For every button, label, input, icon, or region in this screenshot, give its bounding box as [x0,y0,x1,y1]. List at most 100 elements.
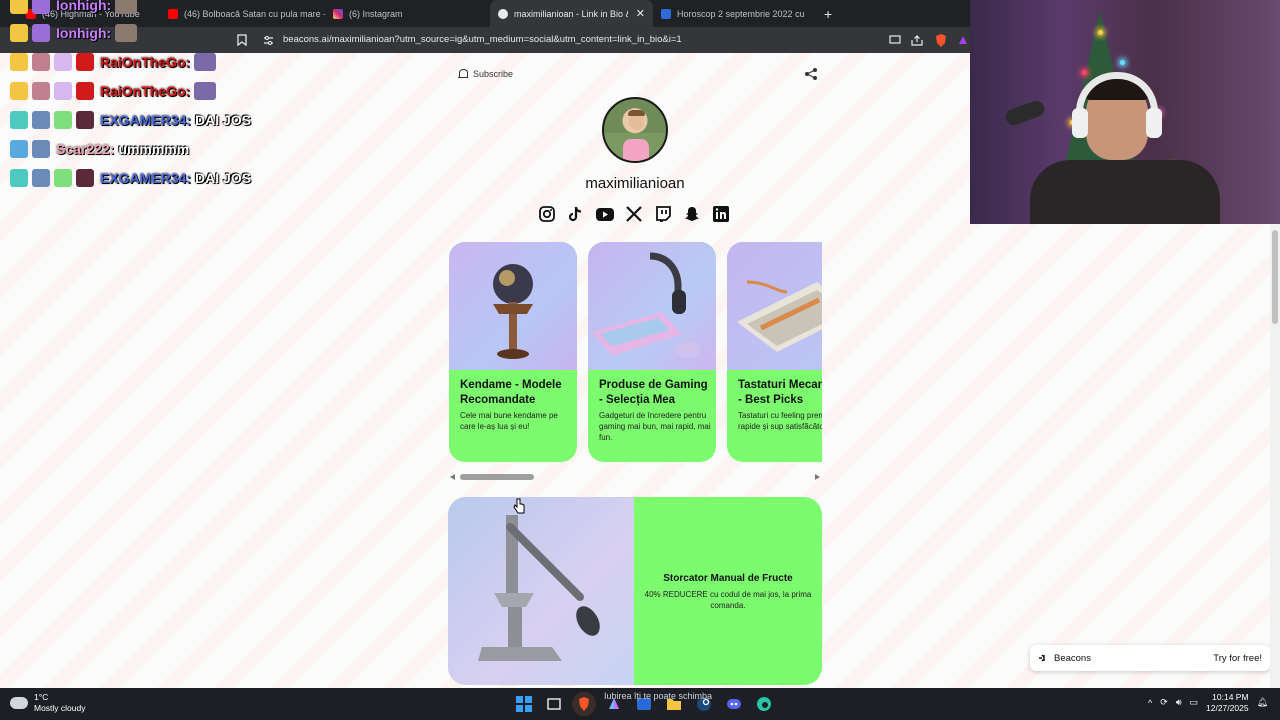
x-icon[interactable] [625,205,643,223]
card-description: Cele mai bune kendame pe care le-aș lua … [460,411,558,432]
verified-badge-icon [10,169,28,187]
cloud-icon [10,696,28,709]
task-view-icon[interactable] [542,692,566,716]
edge-icon[interactable] [752,692,776,716]
tab-horoscop[interactable]: Horoscop 2 septembrie 2022 cu Neti [653,0,816,27]
verified-badge-icon [10,140,28,158]
crown-badge-icon [10,24,28,42]
webcam-overlay [970,0,1280,224]
beacons-brand: Beacons [1054,652,1091,664]
sub-badge-icon [32,53,50,71]
instagram-icon[interactable] [538,205,556,223]
twitch-icon[interactable] [654,205,672,223]
card-kendama[interactable]: Kendame - Modele Recomandate Cele mai bun… [449,242,577,462]
show-hidden-icons[interactable]: ^ [1148,698,1152,708]
profile-avatar [602,97,668,163]
windows-start-icon[interactable] [512,692,536,716]
product-title: Storcator Manual de Fructe [663,573,793,584]
url-text[interactable]: beacons.ai/maximilianioan?utm_source=ig&… [283,34,682,45]
game-badge-icon [76,169,94,187]
card-keyboards[interactable]: Tastaturi Mecan - Best Picks Tastaturi cu… [727,242,822,462]
try-for-free-button[interactable]: Try for free! [1213,653,1262,664]
chat-message: Ionhigh: [10,22,138,44]
product-carousel: Kendame - Modele Recomandate Cele mai bun… [448,242,822,464]
carousel-scrollbar[interactable] [448,472,822,482]
gaming-image [588,242,716,370]
emote-icon [115,0,138,14]
sub-badge-icon [32,0,50,14]
card-description: Tastaturi cu feeling premium, rapide și … [738,411,822,432]
brave-browser-icon[interactable] [572,692,596,716]
beacons-logo-icon [1039,654,1045,662]
cast-icon[interactable] [887,32,903,48]
card-title: Produse de Gaming [599,379,708,391]
tab-beacons-active[interactable]: maximilianioan - Link in Bio & C ✕ [490,0,653,27]
chat-message: Ionhigh: [10,0,138,16]
card-title-line2: - Selecția Mea [599,393,676,406]
linkedin-icon[interactable] [712,205,730,223]
subscribe-button[interactable]: Subscribe [458,69,513,79]
card-title: Kendame - Modele [460,379,562,391]
sub-badge-icon [32,24,50,42]
weather-desc: Mostly cloudy [34,702,86,713]
brave-shield-icon[interactable] [933,32,949,48]
tab-instagram[interactable]: (6) Instagram [325,0,490,27]
taskbar-search-text[interactable]: Iubirea îți te poate schimba [604,691,712,701]
sync-icon[interactable]: ⟳ [1160,697,1168,708]
notifications-icon[interactable]: 🔔︎ [1257,697,1268,708]
sub-badge-icon [32,140,50,158]
keyboard-image [727,242,822,370]
card-gaming[interactable]: Produse de Gaming - Selecția Mea Gadgetur… [588,242,716,462]
sub-badge-icon [32,169,50,187]
kendama-image [449,242,577,370]
chat-message: RaiOnTheGo: [10,80,217,102]
share-icon[interactable] [804,67,818,81]
chat-message: Scar222: ummmmm [10,138,189,160]
beacons-footer-bar[interactable]: Beacons Try for free! [1030,645,1270,671]
system-tray: ^ ⟳ 🔊︎ ▭ 10:14 PM 12/27/2025 🔔︎ [1148,692,1268,713]
chat-message: RaiOnTheGo: [10,51,217,73]
chat-message: EXGAMER34: DAI JOS [10,167,251,189]
gift-badge-icon [54,169,72,187]
discord-icon[interactable] [722,692,746,716]
share-page-icon[interactable] [909,32,925,48]
hand-cursor-icon [513,498,525,514]
juicer-image [448,497,634,685]
close-tab-icon[interactable]: ✕ [636,7,645,20]
scroll-right-arrow-icon[interactable] [815,474,820,480]
instagram-favicon-icon [333,8,343,19]
new-tab-button[interactable]: + [824,6,832,22]
sub-badge-icon [32,82,50,100]
network-icon[interactable]: ▭ [1190,697,1199,708]
weather-temp: 1°C [34,692,49,702]
tiktok-icon[interactable] [567,205,585,223]
emote-icon [194,82,217,100]
crown-badge-icon [10,53,28,71]
scroll-left-arrow-icon[interactable] [450,474,455,480]
brave-rewards-icon[interactable] [955,32,971,48]
gift-badge-icon [54,111,72,129]
bell-icon [458,69,468,79]
horoscop-favicon-icon [661,8,671,19]
emote-icon [194,53,217,71]
product-juicer[interactable]: Storcator Manual de Fructe 40% REDUCERE … [448,497,822,685]
youtube-icon[interactable] [596,205,614,223]
card-title-line2: Recomandate [460,393,536,406]
emote-icon [115,24,138,42]
snapchat-icon[interactable] [683,205,701,223]
beacons-favicon-icon [498,8,508,19]
clock[interactable]: 10:14 PM 12/27/2025 [1206,692,1249,713]
gift-badge-icon [76,53,94,71]
chat-message: EXGAMER34: DAI JOS [10,109,251,131]
gift-badge-icon [76,82,94,100]
page-scrollbar-thumb[interactable] [1272,230,1278,324]
social-links [538,205,730,223]
verified-badge-icon [10,111,28,129]
sub-badge-icon [32,111,50,129]
volume-icon[interactable]: 🔊︎ [1176,697,1182,708]
card-title-line2: - Best Picks [738,393,804,406]
crown-badge-icon [10,82,28,100]
card-title: Tastaturi Mecan [738,379,822,391]
weather-widget[interactable]: 1°C Mostly cloudy [10,692,86,713]
carousel-scroll-thumb[interactable] [460,474,534,480]
